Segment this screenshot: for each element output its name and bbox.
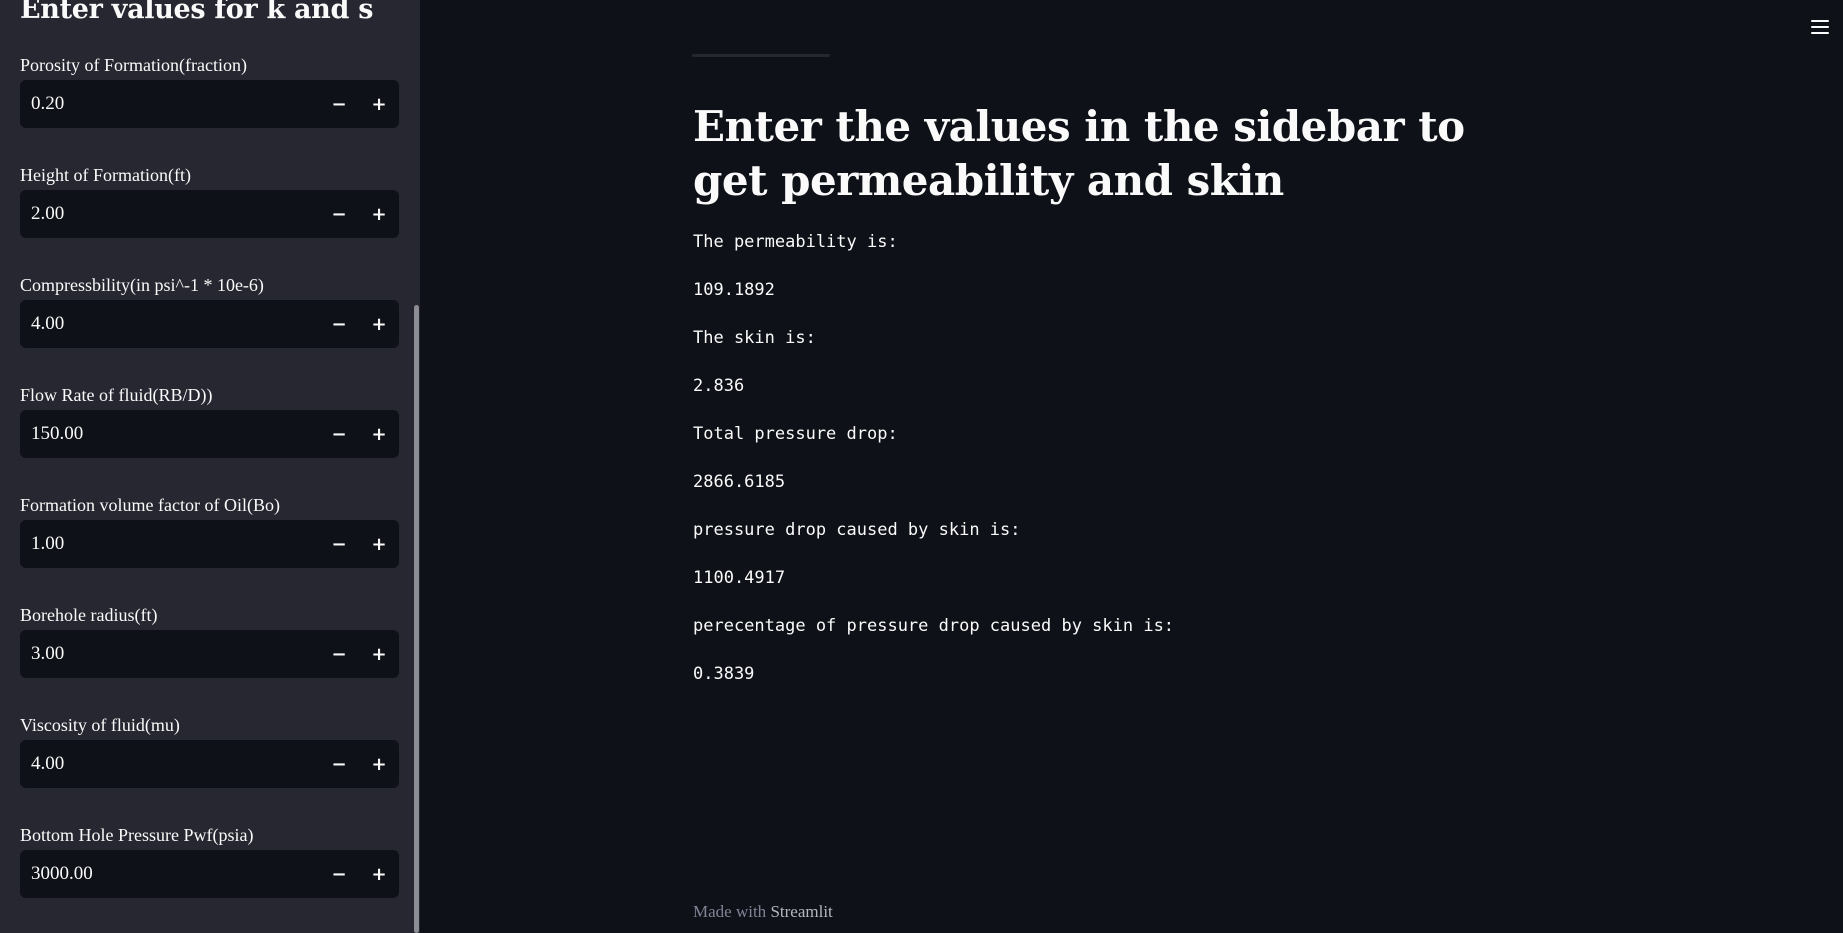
increment-button[interactable]: +	[359, 190, 399, 238]
field-label: Height of Formation(ft)	[20, 165, 191, 185]
top-divider	[692, 54, 830, 57]
permeability-value: 109.1892	[693, 280, 775, 300]
page-title: Enter the values in the sidebar to get p…	[693, 102, 1465, 205]
field-height: Height of Formation(ft) 2.00 − +	[20, 163, 400, 238]
field-label: Borehole radius(ft)	[20, 605, 158, 625]
field-label: Porosity of Formation(fraction)	[20, 55, 247, 75]
number-input-volume-factor: 1.00 − +	[20, 520, 399, 568]
decrement-button[interactable]: −	[319, 630, 359, 678]
borehole-radius-input[interactable]: 3.00	[20, 630, 319, 678]
flow-rate-input[interactable]: 150.00	[20, 410, 319, 458]
skin-pressure-percentage-label: perecentage of pressure drop caused by s…	[693, 616, 1175, 636]
main-content: Enter the values in the sidebar to get p…	[420, 0, 1843, 933]
increment-button[interactable]: +	[359, 740, 399, 788]
number-input-flow-rate: 150.00 − +	[20, 410, 399, 458]
decrement-button[interactable]: −	[319, 520, 359, 568]
field-viscosity: Viscosity of fluid(mu) 4.00 − +	[20, 713, 400, 788]
number-input-borehole-radius: 3.00 − +	[20, 630, 399, 678]
sidebar-title: Enter values for k and s	[20, 0, 374, 25]
streamlit-link[interactable]: Streamlit	[770, 902, 832, 921]
hamburger-menu-icon[interactable]	[1809, 17, 1831, 37]
number-input-bottom-hole-pressure: 3000.00 − +	[20, 850, 399, 898]
increment-button[interactable]: +	[359, 80, 399, 128]
skin-pressure-drop-label: pressure drop caused by skin is:	[693, 520, 1021, 540]
sidebar-scrollbar-thumb[interactable]	[414, 305, 419, 933]
porosity-input[interactable]: 0.20	[20, 80, 319, 128]
increment-button[interactable]: +	[359, 630, 399, 678]
volume-factor-input[interactable]: 1.00	[20, 520, 319, 568]
skin-value: 2.836	[693, 376, 745, 396]
increment-button[interactable]: +	[359, 850, 399, 898]
decrement-button[interactable]: −	[319, 850, 359, 898]
field-label: Bottom Hole Pressure Pwf(psia)	[20, 825, 254, 845]
height-input[interactable]: 2.00	[20, 190, 319, 238]
skin-pressure-percentage-value: 0.3839	[693, 664, 755, 684]
number-input-porosity: 0.20 − +	[20, 80, 399, 128]
bottom-hole-pressure-input[interactable]: 3000.00	[20, 850, 319, 898]
increment-button[interactable]: +	[359, 300, 399, 348]
number-input-height: 2.00 − +	[20, 190, 399, 238]
field-bottom-hole-pressure: Bottom Hole Pressure Pwf(psia) 3000.00 −…	[20, 823, 400, 898]
field-label: Formation volume factor of Oil(Bo)	[20, 495, 280, 515]
field-label: Compressbility(in psi^-1 * 10e-6)	[20, 275, 264, 295]
number-input-viscosity: 4.00 − +	[20, 740, 399, 788]
field-compressibility: Compressbility(in psi^-1 * 10e-6) 4.00 −…	[20, 273, 400, 348]
decrement-button[interactable]: −	[319, 190, 359, 238]
skin-label: The skin is:	[693, 328, 816, 348]
field-label: Viscosity of fluid(mu)	[20, 715, 180, 735]
field-volume-factor: Formation volume factor of Oil(Bo) 1.00 …	[20, 493, 400, 568]
permeability-label: The permeability is:	[693, 232, 898, 252]
decrement-button[interactable]: −	[319, 740, 359, 788]
decrement-button[interactable]: −	[319, 80, 359, 128]
footer: Made with Streamlit	[693, 902, 833, 922]
field-porosity: Porosity of Formation(fraction) 0.20 − +	[20, 53, 400, 128]
compressibility-input[interactable]: 4.00	[20, 300, 319, 348]
total-pressure-drop-value: 2866.6185	[693, 472, 786, 492]
footer-prefix: Made with	[693, 902, 771, 921]
skin-pressure-drop-value: 1100.4917	[693, 568, 786, 588]
field-flow-rate: Flow Rate of fluid(RB/D)) 150.00 − +	[20, 383, 400, 458]
sidebar: Enter values for k and s Porosity of For…	[0, 0, 420, 933]
field-label: Flow Rate of fluid(RB/D))	[20, 385, 213, 405]
number-input-compressibility: 4.00 − +	[20, 300, 399, 348]
decrement-button[interactable]: −	[319, 300, 359, 348]
increment-button[interactable]: +	[359, 410, 399, 458]
decrement-button[interactable]: −	[319, 410, 359, 458]
field-borehole-radius: Borehole radius(ft) 3.00 − +	[20, 603, 400, 678]
increment-button[interactable]: +	[359, 520, 399, 568]
total-pressure-drop-label: Total pressure drop:	[693, 424, 898, 444]
viscosity-input[interactable]: 4.00	[20, 740, 319, 788]
